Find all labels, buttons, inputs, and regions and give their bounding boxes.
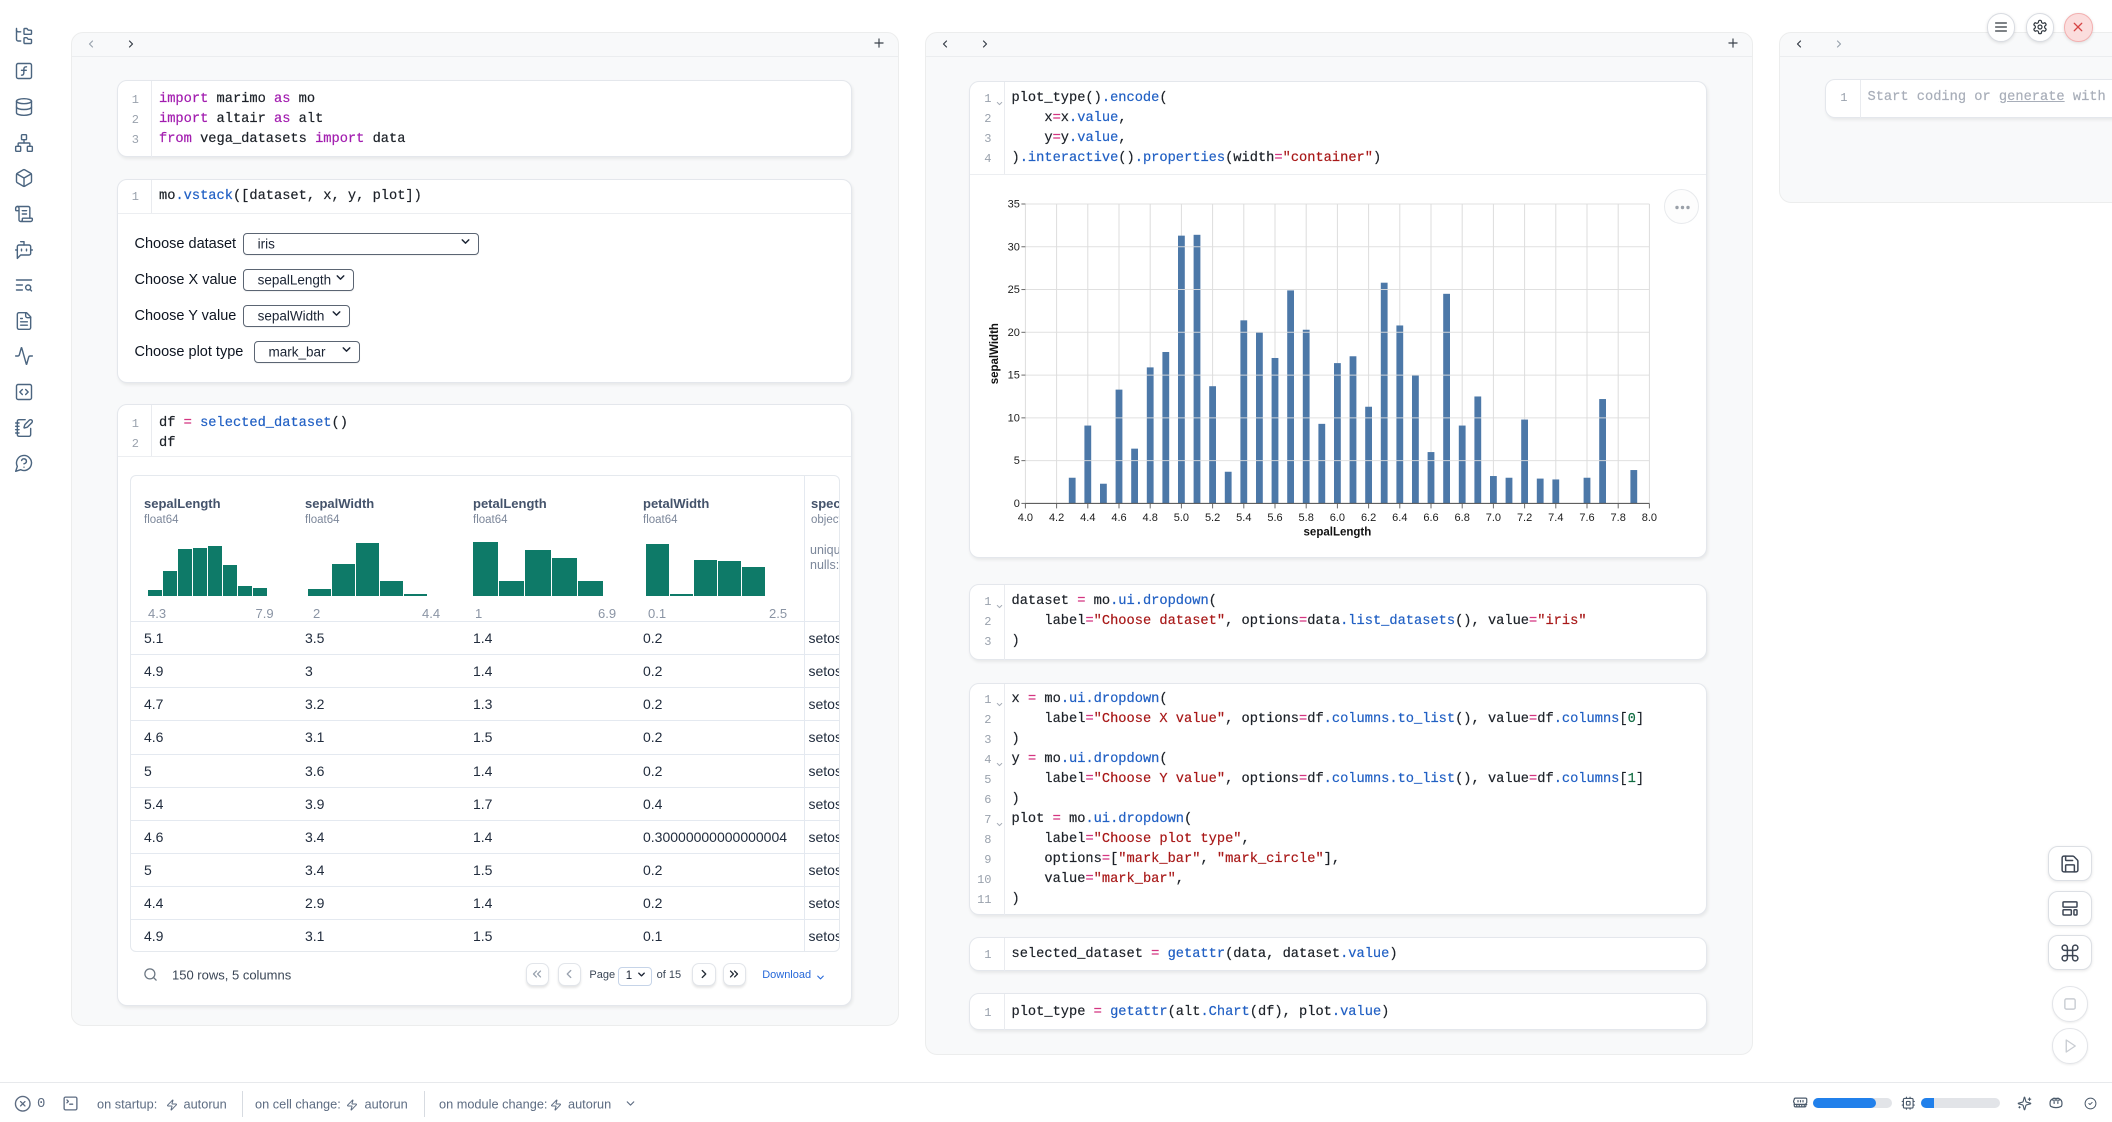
svg-text:30: 30 xyxy=(1008,242,1020,254)
svg-text:4.6: 4.6 xyxy=(1111,512,1126,524)
svg-text:35: 35 xyxy=(1008,199,1020,211)
svg-text:5.4: 5.4 xyxy=(1236,512,1251,524)
svg-text:5.6: 5.6 xyxy=(1267,512,1282,524)
svg-text:25: 25 xyxy=(1008,284,1020,296)
svg-text:7.4: 7.4 xyxy=(1548,512,1563,524)
svg-text:6.6: 6.6 xyxy=(1423,512,1438,524)
svg-text:4.8: 4.8 xyxy=(1143,512,1158,524)
svg-text:4.4: 4.4 xyxy=(1080,512,1095,524)
svg-text:7.2: 7.2 xyxy=(1517,512,1532,524)
svg-text:sepalLength: sepalLength xyxy=(1304,527,1372,539)
svg-text:5: 5 xyxy=(1014,455,1020,467)
svg-text:4.2: 4.2 xyxy=(1049,512,1064,524)
svg-text:6.2: 6.2 xyxy=(1361,512,1376,524)
svg-text:sepalWidth: sepalWidth xyxy=(989,323,1001,384)
svg-text:6.8: 6.8 xyxy=(1455,512,1470,524)
svg-text:6.0: 6.0 xyxy=(1330,512,1345,524)
svg-text:5.2: 5.2 xyxy=(1205,512,1220,524)
svg-text:10: 10 xyxy=(1008,413,1020,425)
svg-text:7.8: 7.8 xyxy=(1611,512,1626,524)
svg-text:5.8: 5.8 xyxy=(1299,512,1314,524)
svg-text:5.0: 5.0 xyxy=(1174,512,1189,524)
svg-text:15: 15 xyxy=(1008,370,1020,382)
svg-text:7.0: 7.0 xyxy=(1486,512,1501,524)
svg-text:4.0: 4.0 xyxy=(1018,512,1033,524)
svg-text:0: 0 xyxy=(1014,498,1020,510)
svg-text:7.6: 7.6 xyxy=(1579,512,1594,524)
svg-text:6.4: 6.4 xyxy=(1392,512,1407,524)
svg-text:20: 20 xyxy=(1008,327,1020,339)
svg-text:8.0: 8.0 xyxy=(1642,512,1657,524)
